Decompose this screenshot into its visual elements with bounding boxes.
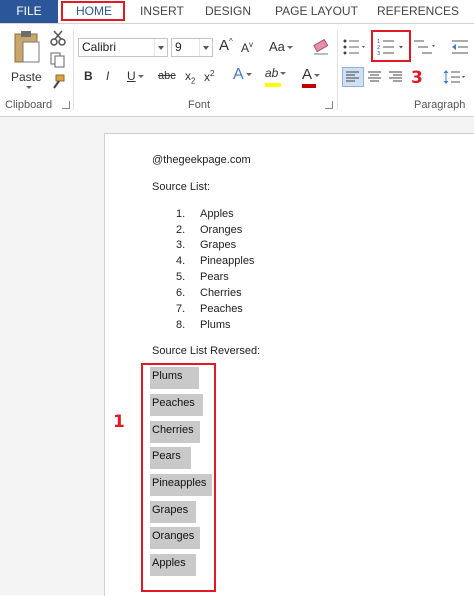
shrink-font-label: A [241, 41, 250, 55]
bullets-icon[interactable] [343, 39, 367, 55]
line-spacing-icon[interactable] [443, 69, 467, 85]
clipboard-group-label: Clipboard [5, 99, 53, 111]
list-item-number: 7. [176, 303, 186, 315]
highlight-color-button[interactable]: ab [265, 66, 287, 87]
clipboard-dialog-launcher[interactable] [62, 101, 70, 109]
cut-icon[interactable] [50, 30, 66, 46]
list-item-number: 2. [176, 224, 186, 236]
numbering-highlight-box [371, 30, 411, 62]
paste-button[interactable]: Paste [8, 30, 44, 89]
font-name-dropdown[interactable]: Calibri [78, 38, 168, 57]
clear-formatting-icon[interactable] [312, 39, 330, 55]
group-separator [337, 30, 338, 110]
list-item-number: 5. [176, 271, 186, 283]
paste-label: Paste [11, 70, 42, 84]
grow-font-label: A [219, 37, 230, 54]
font-size-dropdown[interactable]: 9 [171, 38, 213, 57]
font-color-swatch [302, 84, 316, 88]
highlight-label: ab [265, 66, 279, 80]
tab-design[interactable]: DESIGN [205, 0, 251, 23]
list-item-number: 3. [176, 239, 186, 251]
list-item: Plums [200, 319, 231, 331]
list-item: Grapes [200, 239, 237, 251]
tab-page-layout[interactable]: PAGE LAYOUT [275, 0, 358, 23]
list-item-number: 6. [176, 287, 186, 299]
font-name-value: Calibri [82, 40, 117, 54]
home-tab-highlight-box [61, 1, 125, 21]
tab-references[interactable]: REFERENCES [377, 0, 459, 23]
list-item: Oranges [200, 224, 243, 236]
list-item-number: 1. [176, 208, 186, 220]
decrease-indent-icon[interactable] [450, 38, 470, 56]
tab-insert[interactable]: INSERT [140, 0, 184, 23]
highlight-swatch [265, 83, 281, 87]
source-list-heading: Source List: [152, 181, 211, 193]
font-color-button[interactable]: A [302, 66, 321, 88]
change-case-button[interactable]: Aa [269, 39, 293, 54]
watermark-text: @thegeekpage.com [152, 154, 251, 166]
list-item-number: 8. [176, 319, 186, 331]
list-item: Peaches [200, 303, 243, 315]
group-separator [73, 30, 74, 110]
align-center-icon[interactable] [368, 71, 382, 83]
align-right-icon[interactable] [389, 71, 403, 83]
superscript-button[interactable]: x2 [204, 69, 214, 84]
change-case-label: Aa [269, 39, 285, 54]
paragraph-group-label: Paragraph [414, 99, 466, 111]
shrink-font-button[interactable]: Av [241, 40, 253, 55]
list-item-number: 4. [176, 255, 186, 267]
align-left-button[interactable] [342, 67, 364, 87]
copy-icon[interactable] [50, 52, 66, 68]
bold-button[interactable]: B [84, 69, 93, 83]
font-dialog-launcher[interactable] [325, 101, 333, 109]
strikethrough-button[interactable]: abc [158, 70, 176, 82]
italic-button[interactable]: I [106, 69, 109, 83]
font-size-value: 9 [175, 40, 182, 54]
font-color-label: A [302, 66, 313, 83]
text-effects-label: A [233, 66, 244, 83]
list-item: Pears [200, 271, 229, 283]
selection-highlight-box [141, 363, 216, 592]
font-group-label: Font [188, 99, 211, 111]
align-left-icon [346, 71, 359, 82]
reversed-list-heading: Source List Reversed: [152, 345, 261, 357]
text-effects-button[interactable]: A [233, 66, 252, 84]
grow-font-button[interactable]: A^ [219, 37, 233, 54]
chevron-down-icon [199, 39, 212, 56]
multilevel-list-icon[interactable] [413, 38, 437, 56]
format-painter-icon[interactable] [50, 74, 66, 90]
subscript-button[interactable]: x2 [185, 69, 195, 85]
list-item: Apples [200, 208, 234, 220]
step-3-marker: 3 [411, 68, 423, 88]
paste-icon [14, 31, 40, 63]
underline-label: U [127, 69, 136, 83]
list-item: Cherries [200, 287, 242, 299]
chevron-down-icon [154, 39, 167, 56]
list-item: Pineapples [200, 255, 255, 267]
step-1-marker: 1 [113, 412, 125, 432]
underline-button[interactable]: U [127, 69, 144, 83]
tab-file[interactable]: FILE [0, 0, 58, 23]
